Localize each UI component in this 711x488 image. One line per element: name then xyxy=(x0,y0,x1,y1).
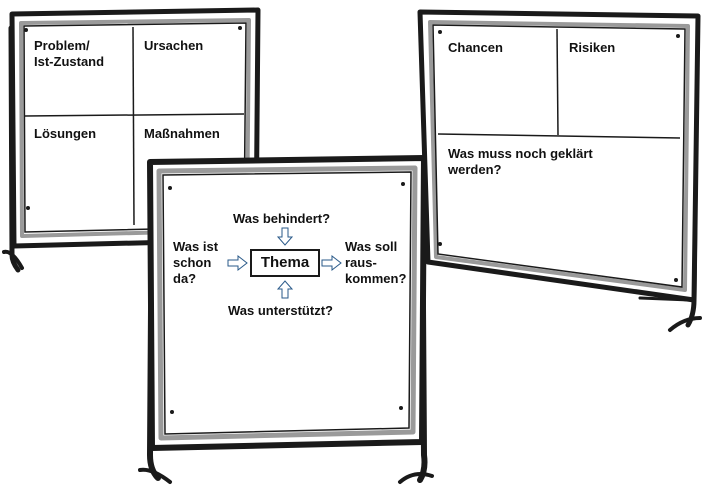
pin-icon xyxy=(438,30,442,34)
center-board-label-schon-da: Was ist schon da? xyxy=(173,239,219,286)
pin-icon xyxy=(401,182,405,186)
pin-icon xyxy=(170,410,174,414)
right-board-label-risiken: Risiken xyxy=(569,40,616,55)
right-board-divider-vertical xyxy=(556,28,559,136)
right-board-label-chancen: Chancen xyxy=(448,40,503,55)
pin-icon xyxy=(676,34,680,38)
left-board-divider-vertical xyxy=(132,26,135,226)
center-board-label-thema: Thema xyxy=(260,254,310,271)
center-board-foot-right xyxy=(398,472,434,484)
pin-icon xyxy=(674,278,678,282)
right-board-label-klaerung: Was muss noch geklärt werden? xyxy=(448,146,593,177)
center-board-label-behindert: Was behindert? xyxy=(233,211,331,226)
center-board xyxy=(138,155,434,484)
center-board-label-rauskommen: Was soll raus- kommen? xyxy=(345,239,407,286)
pin-icon xyxy=(399,406,403,410)
left-board-label-ursachen: Ursachen xyxy=(144,38,204,53)
left-board-label-problem: Problem/ Ist-Zustand xyxy=(34,38,105,69)
right-board-foot-right xyxy=(668,316,702,332)
left-board-label-loesungen: Lösungen xyxy=(34,126,97,141)
pin-icon xyxy=(438,242,442,246)
left-board-label-massnahmen: Maßnahmen xyxy=(144,126,220,141)
pin-icon xyxy=(24,28,28,32)
pin-icon xyxy=(26,206,30,210)
center-board-label-unterstuetzt: Was unterstützt? xyxy=(228,303,333,318)
pin-icon xyxy=(168,186,172,190)
pin-icon xyxy=(238,26,242,30)
